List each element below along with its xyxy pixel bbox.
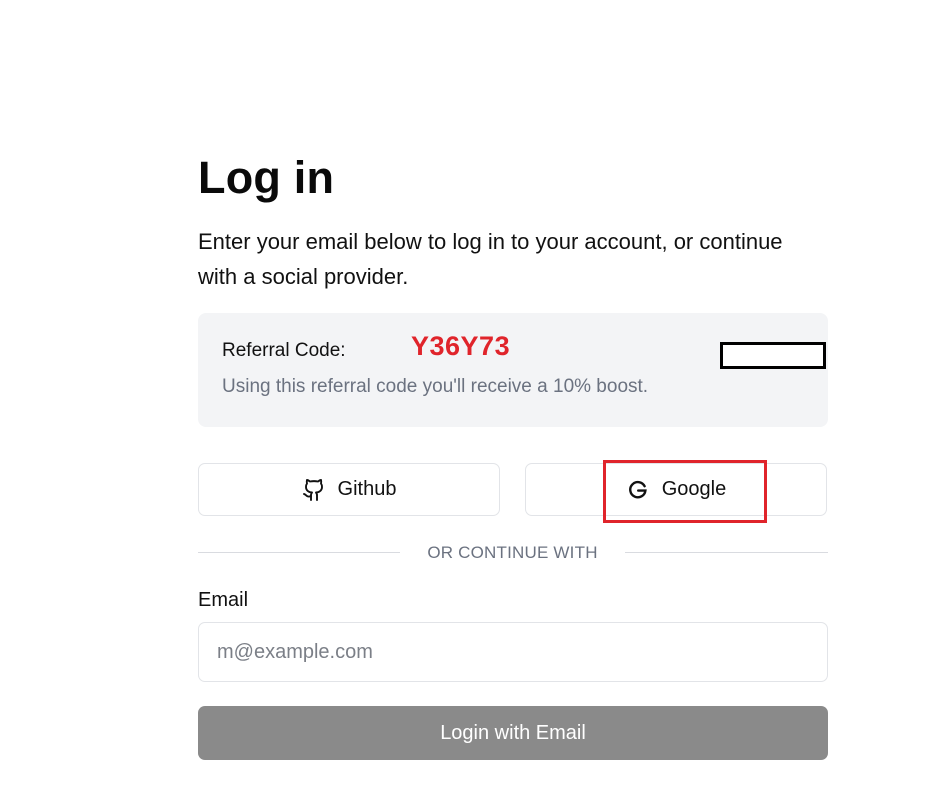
page-subtitle: Enter your email below to log in to your… [198, 229, 783, 289]
email-input[interactable] [198, 622, 828, 682]
google-login-button[interactable]: Google [525, 463, 827, 516]
divider-line-left [198, 552, 400, 553]
divider-text: OR CONTINUE WITH [427, 543, 598, 562]
page-title: Log in [198, 152, 335, 203]
google-button-label: Google [661, 478, 727, 500]
github-icon [302, 478, 326, 502]
referral-note: Using this referral code you'll receive … [222, 376, 649, 397]
github-button-label: Github [337, 478, 397, 500]
referral-code-label: Referral Code: [222, 340, 346, 361]
email-label: Email [198, 589, 249, 611]
github-login-button[interactable]: Github [198, 463, 500, 516]
login-with-email-button[interactable]: Login with Email [198, 706, 828, 760]
divider-line-right [625, 552, 828, 553]
google-icon [626, 478, 650, 502]
referral-card: Referral Code: Y36Y73 Using this referra… [198, 313, 828, 427]
redacted-box [720, 342, 826, 369]
referral-code-value: Y36Y73 [411, 331, 511, 361]
